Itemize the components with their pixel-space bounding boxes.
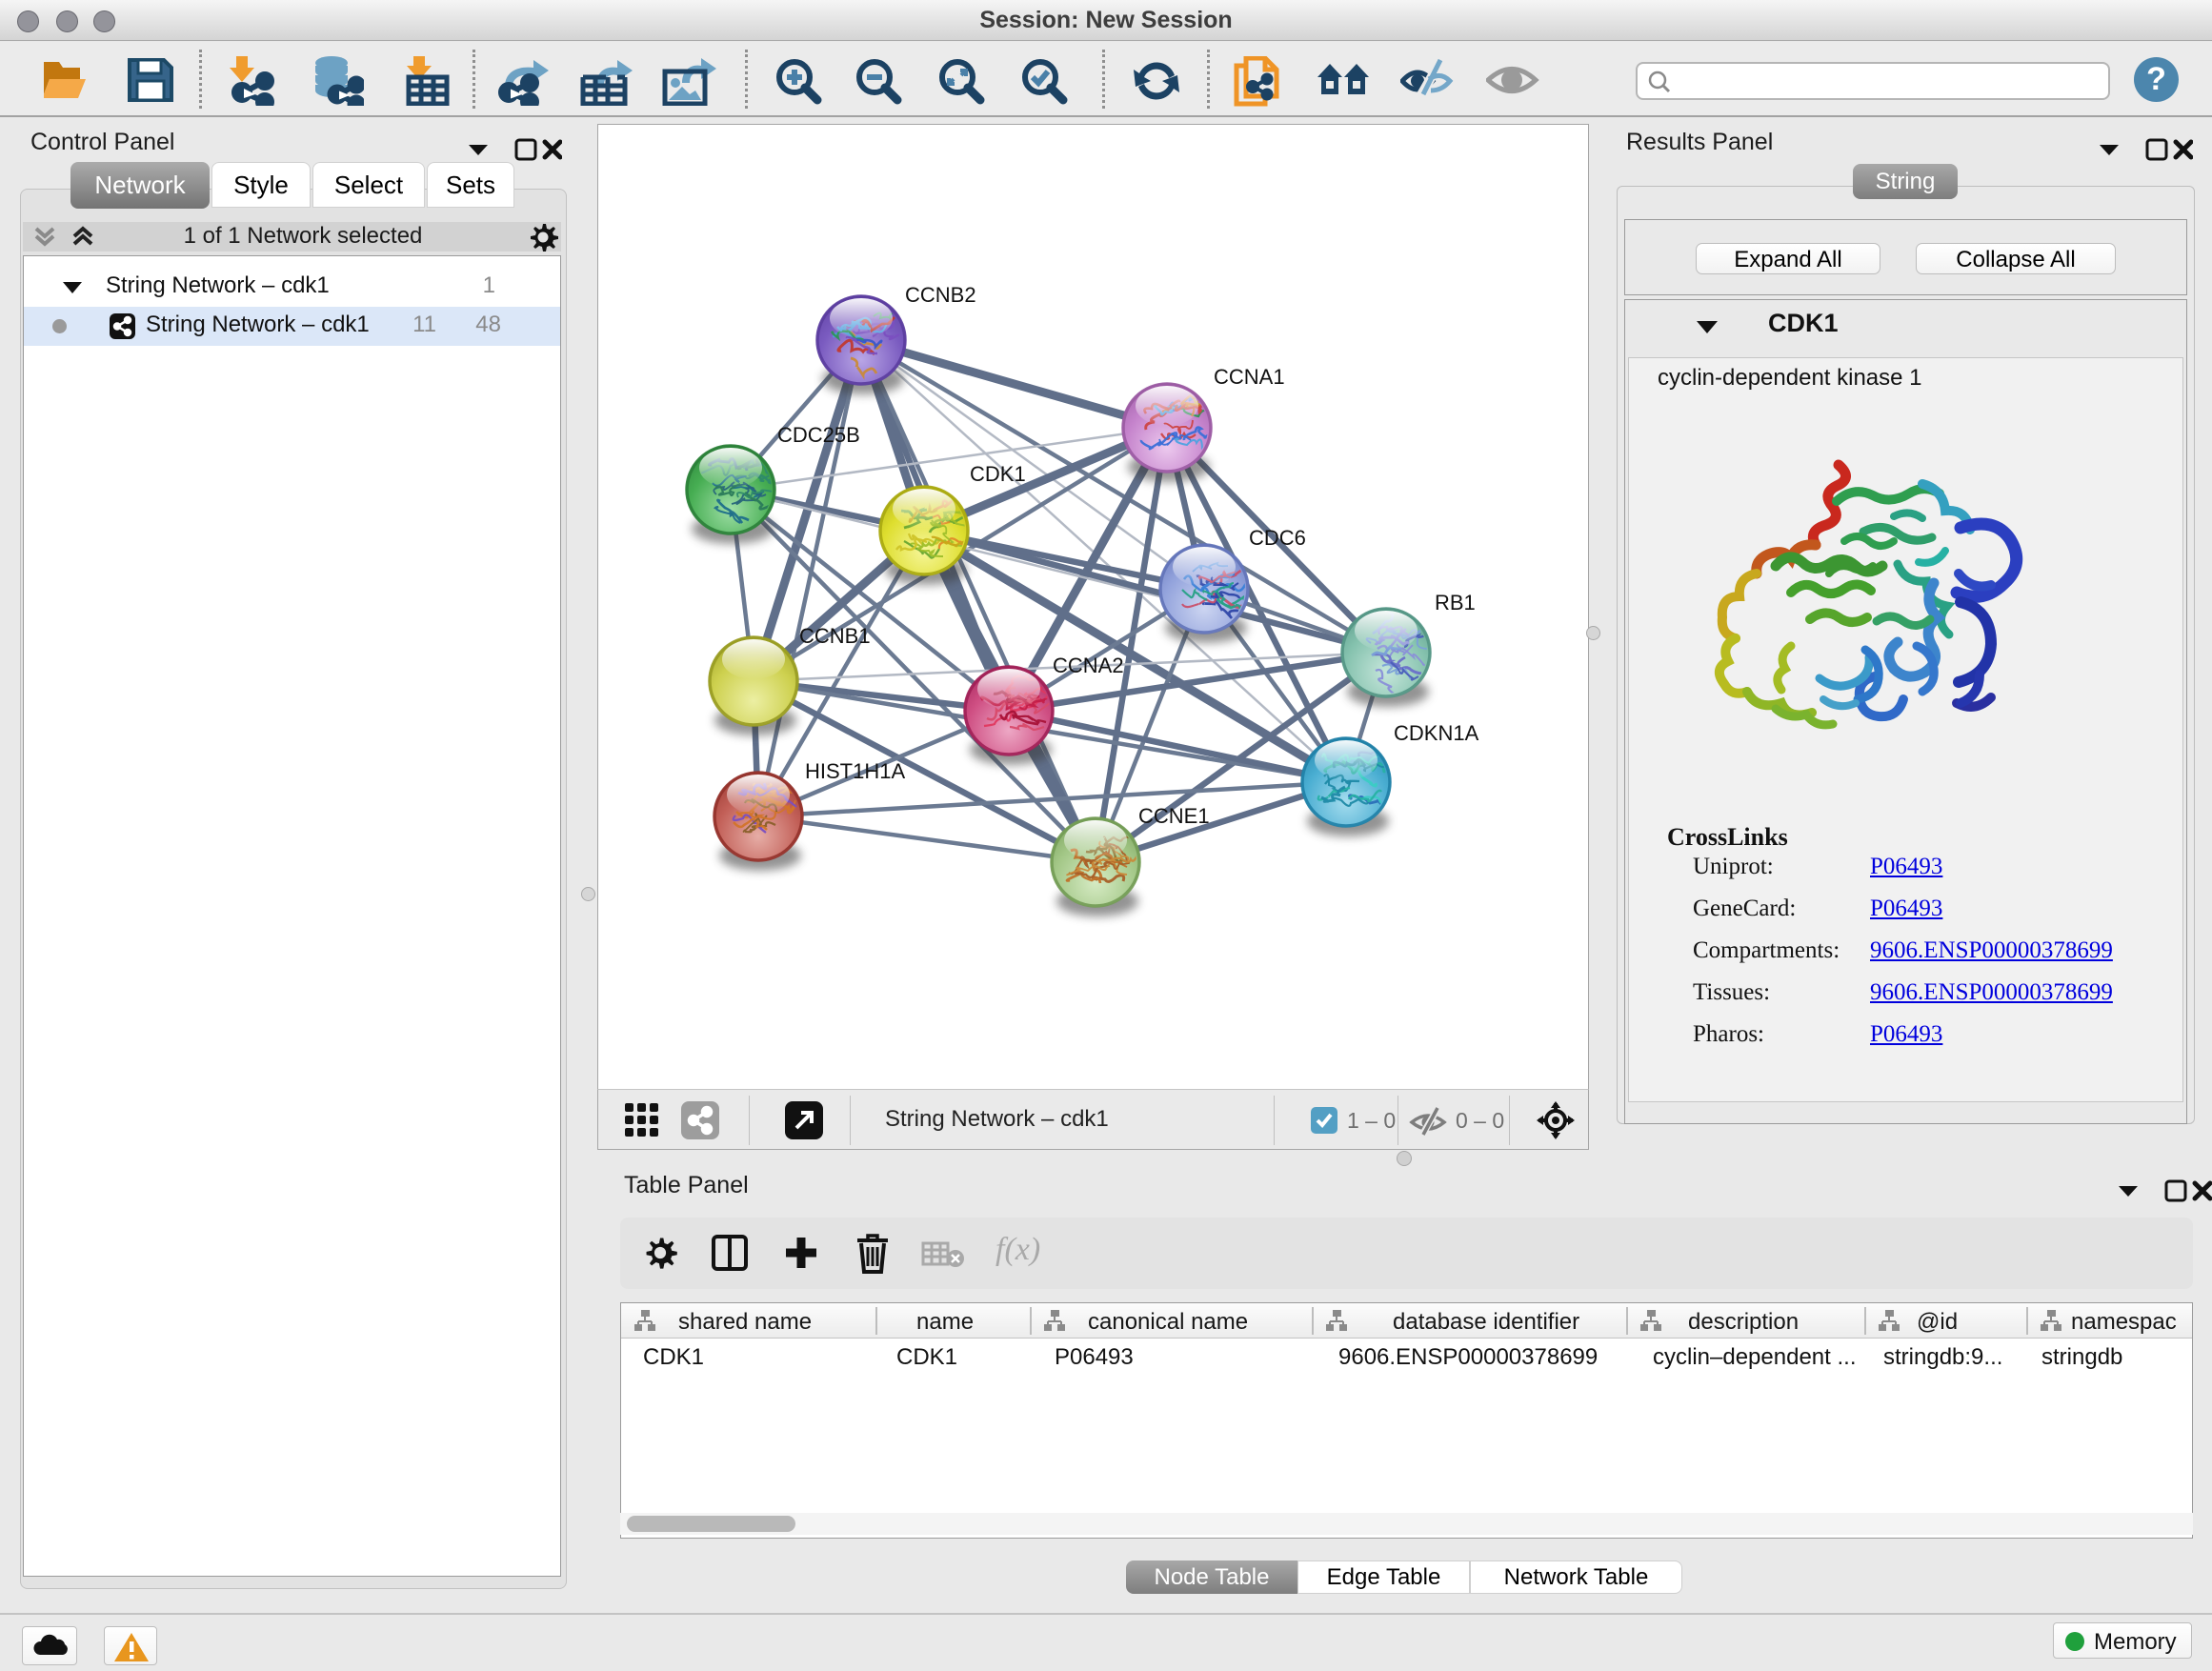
svg-text:CCNE1: CCNE1	[1138, 804, 1210, 828]
svg-text:RB1: RB1	[1435, 591, 1476, 614]
svg-text:database identifier: database identifier	[1393, 1309, 1579, 1335]
svg-text:canonical name: canonical name	[1088, 1309, 1248, 1335]
svg-text:@id: @id	[1917, 1309, 1958, 1335]
svg-text:description: description	[1688, 1309, 1799, 1335]
svg-text:CCNA1: CCNA1	[1214, 365, 1285, 389]
svg-text:CCNA2: CCNA2	[1053, 654, 1124, 677]
svg-text:HIST1H1A: HIST1H1A	[805, 759, 905, 783]
svg-text:namespac: namespac	[2071, 1309, 2177, 1335]
svg-text:CDC25B: CDC25B	[777, 423, 860, 447]
svg-text:shared name: shared name	[678, 1309, 812, 1335]
svg-text:CDC6: CDC6	[1249, 526, 1306, 550]
svg-text:CDK1: CDK1	[970, 462, 1026, 486]
svg-text:CCNB2: CCNB2	[905, 283, 976, 307]
svg-text:CCNB1: CCNB1	[799, 624, 871, 648]
svg-text:CDKN1A: CDKN1A	[1394, 721, 1479, 745]
svg-text:name: name	[916, 1309, 974, 1335]
